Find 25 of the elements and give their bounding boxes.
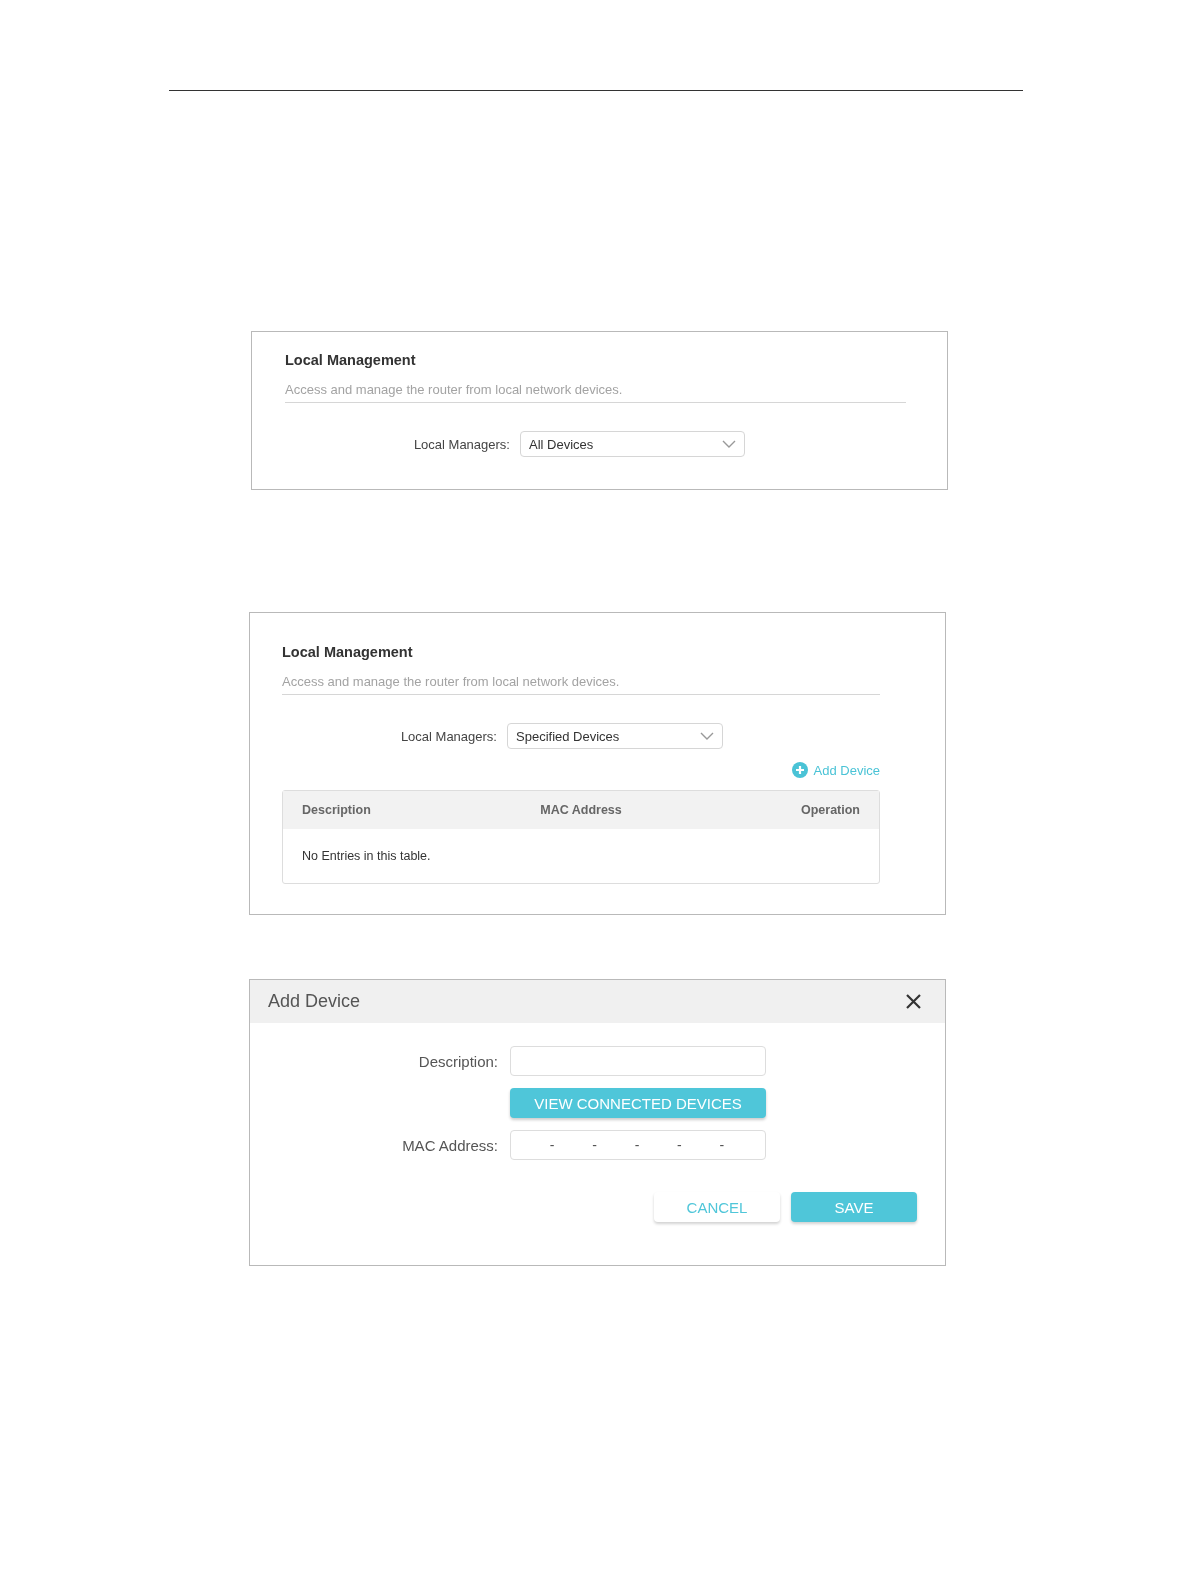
section-title: Local Management (285, 352, 416, 368)
add-device-link[interactable]: Add Device (791, 762, 880, 778)
view-connected-devices-button[interactable]: VIEW CONNECTED DEVICES (510, 1088, 766, 1118)
mac-address-field[interactable]: - - - - - (510, 1130, 766, 1160)
section-title: Local Management (282, 644, 413, 660)
column-header: Operation (799, 803, 860, 817)
field-label: Local Managers: (399, 728, 497, 744)
close-icon[interactable] (906, 994, 921, 1009)
field-label: Local Managers: (412, 436, 510, 452)
local-managers-dropdown[interactable]: Specified Devices (507, 723, 723, 749)
cancel-button[interactable]: CANCEL (654, 1192, 780, 1222)
field-label: Description: (417, 1052, 498, 1070)
save-button[interactable]: SAVE (791, 1192, 917, 1222)
chevron-down-icon (722, 440, 736, 448)
section-description: Access and manage the router from local network devices. (282, 674, 620, 689)
dialog-title: Add Device (268, 991, 361, 1012)
empty-table-message: No Entries in this table. (302, 849, 431, 863)
chevron-down-icon (700, 732, 714, 740)
description-field[interactable] (510, 1046, 766, 1076)
column-header: Description (302, 803, 372, 817)
field-label: MAC Address: (401, 1136, 498, 1154)
column-header: MAC Address (539, 803, 623, 817)
plus-circle-icon (791, 762, 808, 778)
local-managers-dropdown[interactable]: All Devices (520, 431, 745, 457)
section-description: Access and manage the router from local network devices. (285, 382, 623, 397)
